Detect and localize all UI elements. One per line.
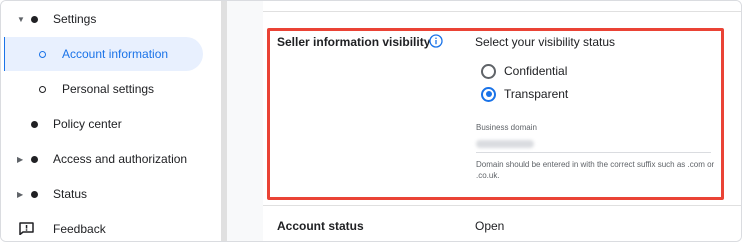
info-icon[interactable] <box>429 34 443 48</box>
sidebar-item-policy-center[interactable]: Policy center <box>1 107 221 141</box>
divider <box>263 11 741 12</box>
sidebar-item-personal-settings[interactable]: Personal settings <box>1 72 221 106</box>
bullet-hollow-icon <box>39 85 46 93</box>
radio-button-checked[interactable] <box>481 86 496 102</box>
visibility-heading: Select your visibility status <box>475 35 616 49</box>
account-status-value: Open <box>475 219 505 233</box>
feedback-icon <box>19 222 34 235</box>
radio-button-unchecked[interactable] <box>481 63 496 79</box>
sidebar-item-access-and-authorization[interactable]: ▶ Access and authorization <box>1 142 221 176</box>
radio-label: Confidential <box>504 64 568 78</box>
sidebar-item-label: Settings <box>53 12 97 26</box>
radio-transparent[interactable]: Transparent <box>481 85 568 103</box>
sidebar-item-settings[interactable]: ▼ Settings <box>1 2 221 36</box>
sidebar-item-account-information[interactable]: Account information <box>5 37 203 71</box>
sidebar-item-feedback[interactable]: Feedback <box>1 212 221 241</box>
business-domain-label: Business domain <box>476 123 537 132</box>
sidebar-item-label: Account information <box>62 47 169 61</box>
sidebar: ▼ Settings Account information Personal … <box>1 1 221 241</box>
window: ▼ Settings Account information Personal … <box>0 0 742 242</box>
sidebar-item-label: Feedback <box>53 222 106 236</box>
divider <box>263 205 741 206</box>
caret-right-icon[interactable]: ▶ <box>17 155 23 164</box>
sidebar-item-label: Access and authorization <box>53 152 188 166</box>
bullet-icon <box>31 120 38 128</box>
redacted-domain-value <box>476 140 534 148</box>
main-content: Seller information visibility Select you… <box>263 1 741 241</box>
domain-helper-text: Domain should be entered in with the cor… <box>476 160 715 180</box>
bullet-hollow-icon <box>39 50 46 58</box>
radio-label: Transparent <box>504 87 569 101</box>
caret-down-icon[interactable]: ▼ <box>17 15 25 24</box>
sidebar-item-status[interactable]: ▶ Status <box>1 177 221 211</box>
sidebar-item-label: Personal settings <box>62 82 155 96</box>
gutter <box>227 1 263 241</box>
bullet-icon <box>31 190 38 198</box>
account-status-label: Account status <box>277 219 364 233</box>
radio-confidential[interactable]: Confidential <box>481 62 567 80</box>
visibility-title: Seller information visibility <box>277 35 431 49</box>
caret-right-icon[interactable]: ▶ <box>17 190 23 199</box>
sidebar-item-label: Status <box>53 187 88 201</box>
sidebar-item-label: Policy center <box>53 117 122 131</box>
bullet-icon <box>31 15 38 23</box>
bullet-icon <box>31 155 38 163</box>
